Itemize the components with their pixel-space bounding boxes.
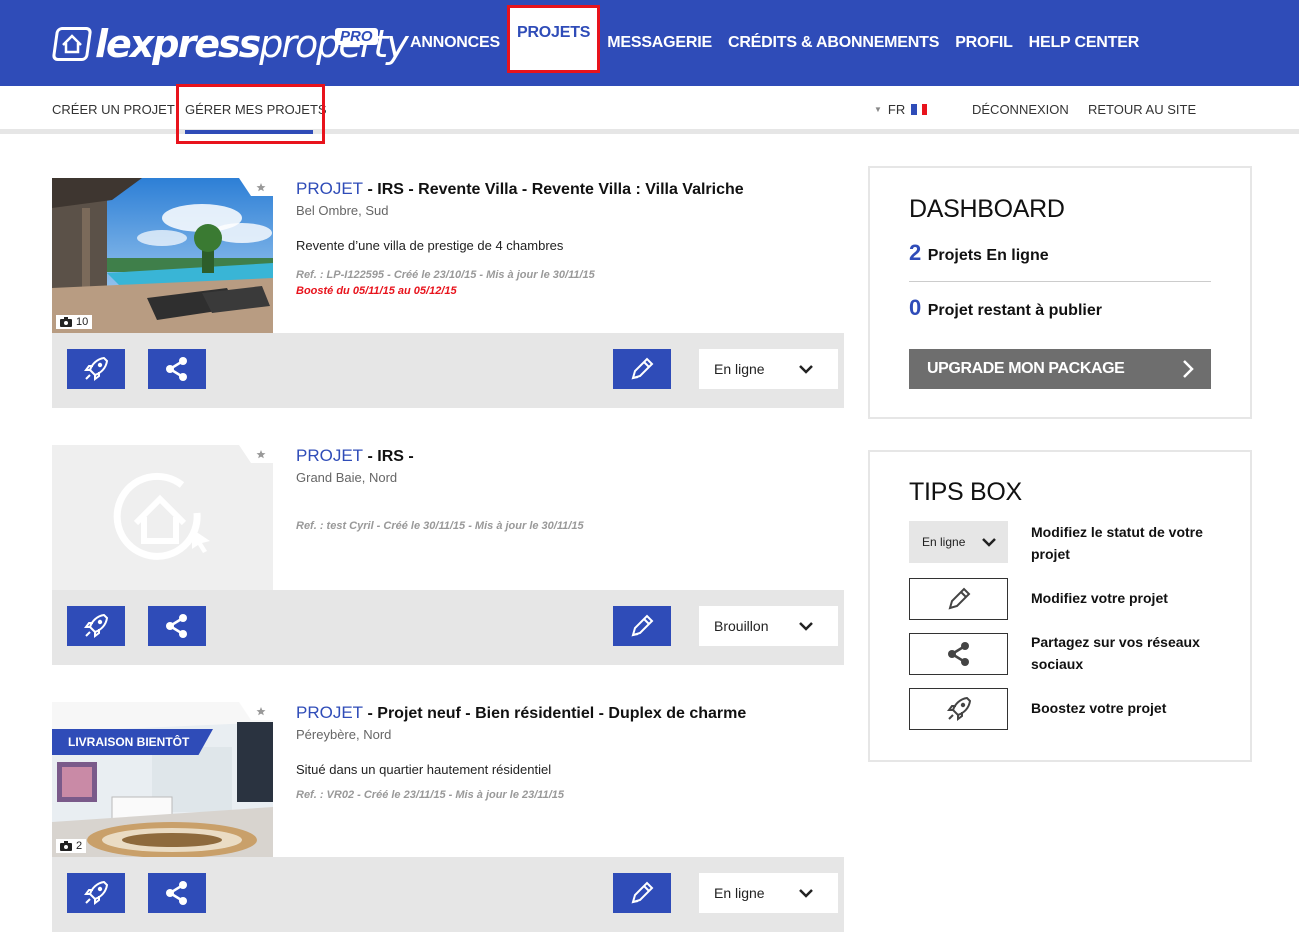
pencil-icon	[948, 587, 970, 610]
favorite-star-icon[interactable]	[239, 178, 273, 196]
tip-edit-text: Modifiez votre projet	[1031, 590, 1168, 606]
rocket-icon	[84, 356, 109, 381]
tip-edit-sample	[909, 578, 1008, 620]
brand-pro-badge: PRO	[335, 28, 378, 45]
logo-house-icon	[51, 27, 93, 61]
listing-title[interactable]: PROJET - Projet neuf - Bien résidentiel …	[296, 703, 836, 723]
subnav-create-project[interactable]: CRÉER UN PROJET	[52, 102, 175, 117]
pencil-icon	[631, 357, 654, 380]
chevron-down-icon	[982, 538, 996, 547]
pencil-icon	[631, 881, 654, 904]
nav-projets[interactable]: PROJETS	[506, 5, 601, 73]
photo-count-badge: 10	[56, 315, 93, 329]
listing-boost-period: Boosté du 05/11/15 au 05/12/15	[296, 285, 457, 297]
back-to-site-link[interactable]: RETOUR AU SITE	[1088, 102, 1196, 117]
chevron-down-icon	[799, 365, 813, 374]
tip-share-text: Partagez sur vos réseaux sociaux	[1031, 634, 1200, 672]
sub-nav: CRÉER UN PROJET GÉRER MES PROJETS ▼ FR D…	[0, 84, 1299, 144]
nav-credits[interactable]: CRÉDITS & ABONNEMENTS	[728, 34, 939, 52]
photo-count-badge: 2	[56, 839, 87, 853]
edit-button[interactable]	[613, 349, 671, 389]
favorite-star-icon[interactable]	[239, 702, 273, 720]
language-selector[interactable]: ▼ FR	[874, 102, 928, 117]
nav-messagerie[interactable]: MESSAGERIE	[607, 34, 712, 52]
boost-button[interactable]	[67, 606, 125, 646]
listing-reference: Ref. : test Cyril - Créé le 30/11/15 - M…	[296, 520, 584, 532]
listing-location: Péreybère, Nord	[296, 727, 392, 742]
dashboard-panel: DASHBOARD 2 Projets En ligne 0 Projet re…	[868, 166, 1252, 419]
share-button[interactable]	[148, 349, 206, 389]
camera-icon	[60, 841, 72, 851]
listing-action-bar: En ligne	[52, 857, 844, 932]
rocket-icon	[84, 880, 109, 905]
tip-status-sample: En ligne	[909, 521, 1008, 563]
french-flag-icon	[911, 104, 928, 115]
listing-action-bar: Brouillon	[52, 590, 844, 665]
share-button[interactable]	[148, 873, 206, 913]
rocket-icon	[946, 696, 971, 721]
online-projects-count: 2 Projets En ligne	[909, 240, 1049, 265]
tip-status-text: Modifiez le statut de votre projet	[1031, 524, 1203, 562]
listing-reference: Ref. : LP-I122595 - Créé le 23/10/15 - M…	[296, 269, 595, 281]
dashboard-title: DASHBOARD	[909, 195, 1065, 223]
caret-down-icon: ▼	[874, 105, 882, 114]
main-nav: ANNONCES PROJETS MESSAGERIE CRÉDITS & AB…	[410, 0, 1155, 86]
edit-button[interactable]	[613, 606, 671, 646]
status-select[interactable]: En ligne	[699, 349, 838, 389]
tips-box-title: TIPS BOX	[909, 478, 1022, 506]
logout-link[interactable]: DÉCONNEXION	[972, 102, 1069, 117]
rocket-icon	[84, 613, 109, 638]
listing-photo-placeholder[interactable]	[52, 445, 273, 600]
camera-icon	[60, 317, 72, 327]
listing-title[interactable]: PROJET - IRS -	[296, 446, 836, 466]
tips-box-panel: TIPS BOX En ligne Modifiez le statut de …	[868, 450, 1252, 762]
upgrade-package-button[interactable]: UPGRADE MON PACKAGE	[909, 349, 1211, 389]
share-icon	[166, 614, 187, 638]
tip-boost-sample	[909, 688, 1008, 730]
listing-title[interactable]: PROJET - IRS - Revente Villa - Revente V…	[296, 179, 836, 199]
tip-boost-text: Boostez votre projet	[1031, 700, 1167, 716]
favorite-star-icon[interactable]	[239, 445, 273, 463]
share-icon	[947, 642, 969, 666]
edit-button[interactable]	[613, 873, 671, 913]
listing-description: Situé dans un quartier hautement résiden…	[296, 762, 552, 777]
remaining-projects-count: 0 Projet restant à publier	[909, 295, 1102, 320]
status-select[interactable]: Brouillon	[699, 606, 838, 646]
brand-logo[interactable]: lexpressproperty PRO	[51, 20, 409, 68]
boost-button[interactable]	[67, 349, 125, 389]
top-header: lexpressproperty PRO ANNONCES PROJETS ME…	[0, 0, 1299, 86]
share-icon	[166, 881, 187, 905]
chevron-right-icon	[1183, 360, 1194, 378]
subnav-manage-projects[interactable]: GÉRER MES PROJETS	[176, 84, 327, 144]
nav-help-center[interactable]: HELP CENTER	[1029, 34, 1140, 52]
share-icon	[166, 357, 187, 381]
listing-location: Grand Baie, Nord	[296, 470, 398, 485]
nav-annonces[interactable]: ANNONCES	[410, 34, 500, 52]
nav-profil[interactable]: PROFIL	[955, 34, 1013, 52]
tip-share-sample	[909, 633, 1008, 675]
listing-description: Revente d’une villa de prestige de 4 cha…	[296, 238, 564, 253]
language-label: FR	[887, 102, 906, 117]
chevron-down-icon	[799, 622, 813, 631]
pencil-icon	[631, 614, 654, 637]
listing-location: Bel Ombre, Sud	[296, 203, 389, 218]
boost-button[interactable]	[67, 873, 125, 913]
status-select[interactable]: En ligne	[699, 873, 838, 913]
listing-action-bar: En ligne	[52, 333, 844, 408]
listing-reference: Ref. : VR02 - Créé le 23/11/15 - Mis à j…	[296, 789, 565, 801]
listing-photo[interactable]: LIVRAISON BIENTÔT 2	[52, 702, 273, 857]
delivery-soon-ribbon: LIVRAISON BIENTÔT	[52, 729, 213, 755]
chevron-down-icon	[799, 889, 813, 898]
share-button[interactable]	[148, 606, 206, 646]
listing-photo[interactable]: 10	[52, 178, 273, 333]
divider	[909, 281, 1211, 282]
